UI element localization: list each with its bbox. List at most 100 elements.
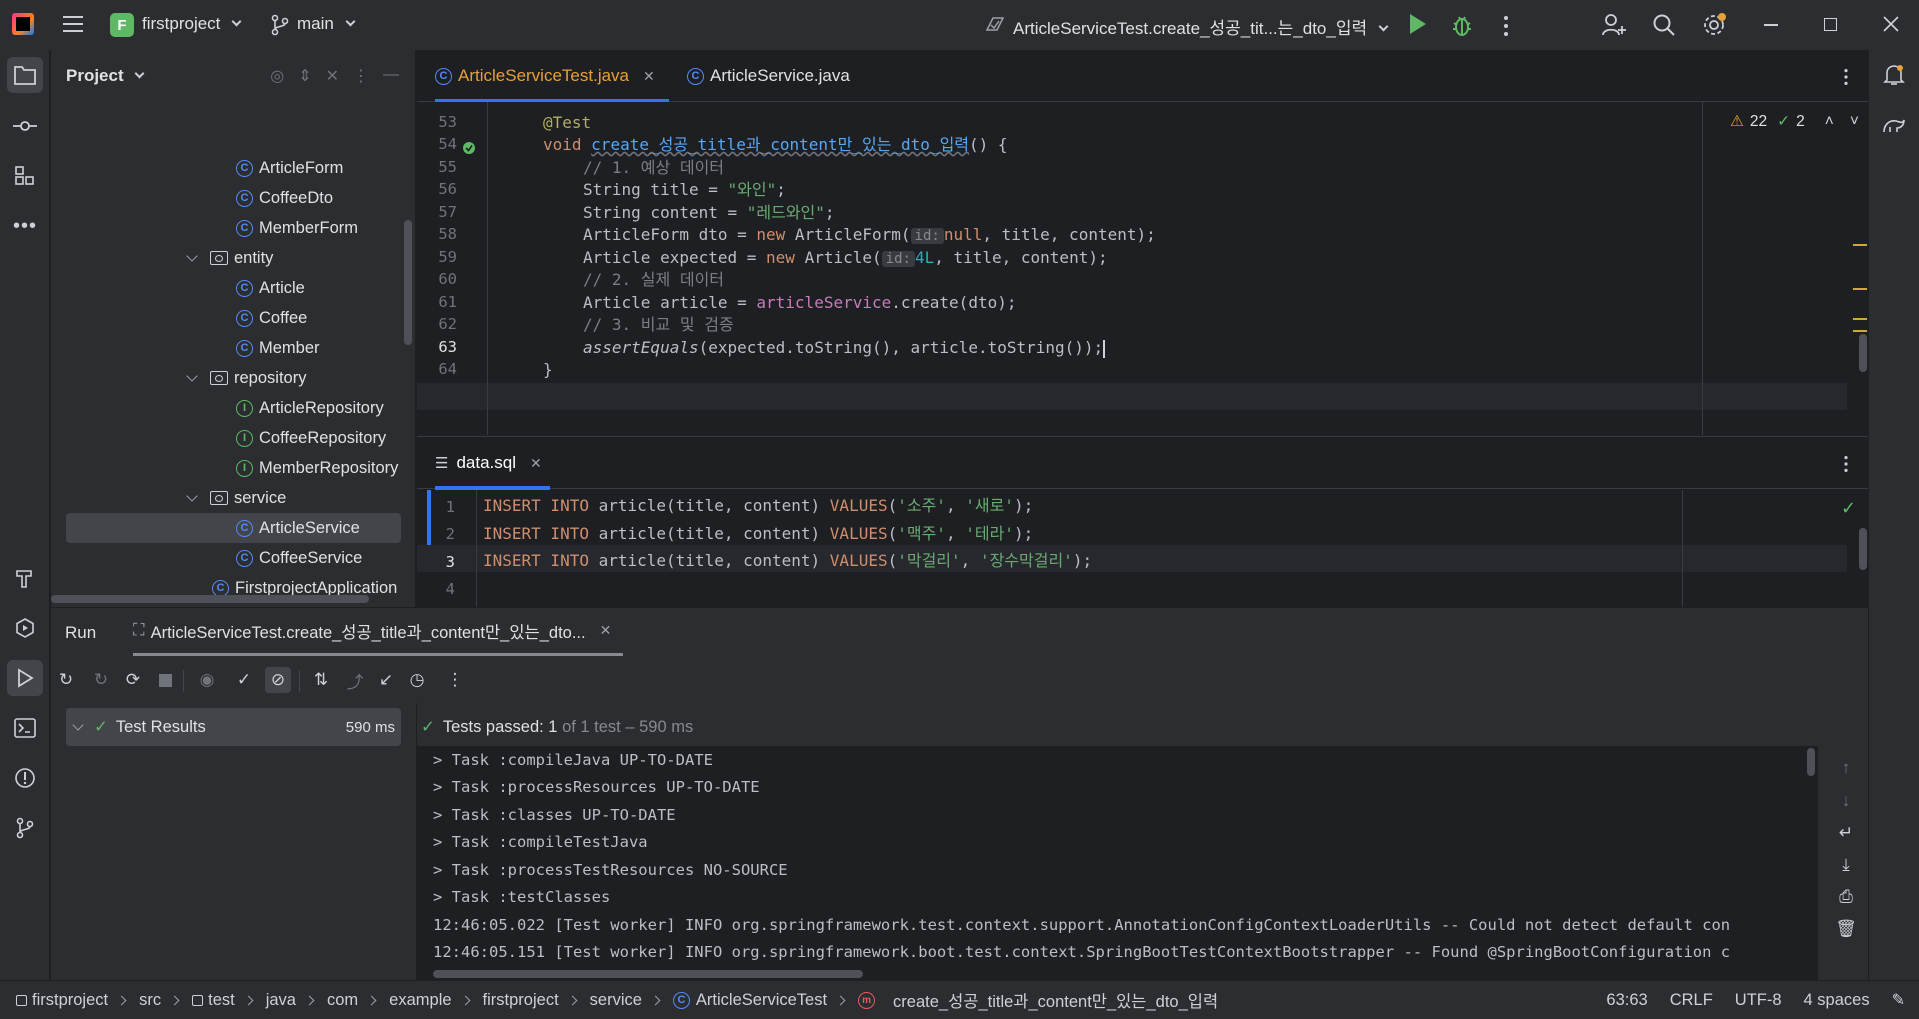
tab-article-service-test[interactable]: C ArticleServiceTest.java ✕ xyxy=(435,50,669,103)
toggle-autotest-icon[interactable]: ⟳ xyxy=(123,670,143,690)
rerun-icon[interactable]: ↻ xyxy=(56,670,76,690)
import-tests-icon[interactable]: ⤴ xyxy=(345,670,365,692)
commit-tool-button[interactable] xyxy=(7,108,43,144)
project-panel-title[interactable]: Project xyxy=(66,66,145,86)
rerun-failed-icon[interactable]: ↻ xyxy=(91,670,111,690)
main-menu-icon[interactable] xyxy=(63,16,83,32)
debug-icon[interactable] xyxy=(1451,13,1473,37)
console-horizontal-scrollbar[interactable] xyxy=(433,970,863,978)
file-encoding[interactable]: UTF-8 xyxy=(1735,991,1782,1010)
close-tab-icon[interactable]: ✕ xyxy=(600,622,612,639)
chevron-down-icon[interactable] xyxy=(186,250,198,262)
run-tool-button[interactable] xyxy=(7,660,43,696)
soft-wrap-icon[interactable]: ↵ xyxy=(1836,823,1856,843)
breadcrumb-firstproject[interactable]: firstproject xyxy=(483,991,559,1010)
tree-item[interactable]: C Article xyxy=(236,273,305,303)
chevron-down-icon[interactable] xyxy=(186,370,198,382)
breadcrumb-class[interactable]: C ArticleServiceTest xyxy=(672,991,827,1010)
search-icon[interactable] xyxy=(1651,12,1677,38)
structure-tool-button[interactable] xyxy=(7,158,43,194)
problems-tool-button[interactable] xyxy=(7,760,43,796)
edit-icon[interactable]: ✎ xyxy=(1892,990,1905,1010)
sql-scrollbar[interactable] xyxy=(1859,528,1867,570)
breadcrumb-example[interactable]: example xyxy=(389,991,451,1010)
show-ignored-toggle-icon[interactable]: ⊘ xyxy=(265,667,291,693)
git-tool-button[interactable] xyxy=(7,810,43,846)
chevron-down-icon[interactable] xyxy=(186,490,198,502)
code-editor[interactable]: ⚠ 22 ✓ 2 ˄ ˅ 53 54 55 56 57 58 59 60 61 … xyxy=(417,102,1868,435)
more-options-icon[interactable]: ⋮ xyxy=(445,670,465,690)
tree-item[interactable]: C Member xyxy=(236,333,320,363)
line-separator[interactable]: CRLF xyxy=(1670,991,1713,1010)
breadcrumb-test[interactable]: test xyxy=(192,991,235,1010)
collapse-all-icon[interactable]: ✕ xyxy=(326,66,339,86)
run-configuration-selector[interactable]: ArticleServiceTest.create_성공_tit...는_dto… xyxy=(1013,14,1389,39)
tree-item[interactable]: C CoffeeService xyxy=(236,543,362,573)
minimize-button[interactable] xyxy=(1764,24,1778,26)
show-passed-icon[interactable]: ✓ xyxy=(234,670,254,690)
breadcrumb-service[interactable]: service xyxy=(590,991,642,1010)
project-badge[interactable]: F xyxy=(110,13,134,37)
settings-gear-icon[interactable] xyxy=(1701,12,1727,38)
tab-options-icon[interactable] xyxy=(1844,69,1848,85)
scroll-to-end-icon[interactable]: ⤓ xyxy=(1836,855,1856,875)
tree-item[interactable]: C MemberForm xyxy=(236,213,358,243)
tab-article-service[interactable]: C ArticleService.java xyxy=(687,50,850,102)
tree-item[interactable]: I MemberRepository xyxy=(236,453,398,483)
breadcrumb-src[interactable]: src xyxy=(139,991,161,1010)
tree-item[interactable]: I ArticleRepository xyxy=(236,393,384,423)
close-window-button[interactable] xyxy=(1882,15,1900,33)
close-tab-icon[interactable]: ✕ xyxy=(643,68,655,85)
console-output[interactable]: > Task :compileJava UP-TO-DATE > Task :p… xyxy=(417,746,1818,981)
terminal-tool-button[interactable] xyxy=(7,710,43,746)
branch-switcher[interactable]: main xyxy=(297,14,356,34)
run-tab[interactable]: ⛶ ArticleServiceTest.create_성공_title과_co… xyxy=(133,608,624,656)
tree-item[interactable]: I CoffeeRepository xyxy=(236,423,386,453)
locate-icon[interactable]: ◎ xyxy=(270,66,284,86)
show-ignored-icon[interactable]: ◉ xyxy=(197,670,217,690)
vertical-scrollbar[interactable] xyxy=(404,220,412,345)
expand-all-icon[interactable]: ⇕ xyxy=(298,66,311,86)
chevron-down-icon[interactable] xyxy=(72,719,84,731)
inspection-widget[interactable]: ⚠ 22 ✓ 2 ˄ ˅ xyxy=(1730,112,1859,131)
run-icon[interactable] xyxy=(1410,14,1426,34)
build-tool-button[interactable] xyxy=(7,560,43,596)
tree-item-package[interactable]: repository xyxy=(186,363,306,393)
chevron-down-icon[interactable]: ˅ xyxy=(1850,113,1859,131)
notifications-button[interactable] xyxy=(1876,57,1912,93)
editor-scrollbar[interactable] xyxy=(1859,334,1867,372)
history-icon[interactable]: ◷ xyxy=(407,670,427,690)
tree-item-package[interactable]: entity xyxy=(186,243,273,273)
breadcrumb-java[interactable]: java xyxy=(266,991,296,1010)
close-tab-icon[interactable]: ✕ xyxy=(530,455,542,472)
gradle-tool-button[interactable] xyxy=(1876,108,1912,144)
tree-item-selected[interactable]: C ArticleService xyxy=(66,513,401,543)
collapse-icon[interactable]: ↙ xyxy=(376,670,396,690)
stop-icon[interactable] xyxy=(155,670,175,690)
arrow-up-icon[interactable]: ↑ xyxy=(1836,758,1856,778)
add-user-icon[interactable] xyxy=(1601,12,1627,38)
breadcrumb-project[interactable]: firstproject xyxy=(16,991,108,1010)
test-results-row[interactable]: ✓ Test Results 590 ms xyxy=(66,708,401,746)
maximize-button[interactable] xyxy=(1824,18,1837,31)
tree-item[interactable]: C CoffeeDto xyxy=(236,183,333,213)
sql-editor[interactable]: 1 2 3 4 INSERT INTO article(title, conte… xyxy=(417,490,1868,607)
options-icon[interactable]: ⋮ xyxy=(353,66,369,86)
tab-data-sql[interactable]: ☰ data.sql ✕ xyxy=(435,437,550,490)
more-tools-button[interactable]: ••• xyxy=(7,208,43,244)
project-tool-button[interactable] xyxy=(7,57,43,93)
indent-setting[interactable]: 4 spaces xyxy=(1804,991,1870,1010)
caret-position[interactable]: 63:63 xyxy=(1606,991,1647,1010)
project-switcher[interactable]: firstproject xyxy=(142,14,242,34)
tree-item[interactable]: C Coffee xyxy=(236,303,307,333)
sort-icon[interactable]: ⇅ xyxy=(311,670,331,690)
tree-item[interactable]: C ArticleForm xyxy=(236,153,343,183)
more-actions-icon[interactable] xyxy=(1504,16,1508,36)
breadcrumb-com[interactable]: com xyxy=(327,991,358,1010)
console-vertical-scrollbar[interactable] xyxy=(1807,748,1815,776)
horizontal-scrollbar[interactable] xyxy=(51,595,369,603)
breadcrumb-method[interactable]: m create_성공_title과_content만_있는_dto_입력 xyxy=(858,988,1218,1012)
tab-options-icon[interactable] xyxy=(1844,456,1848,472)
run-test-gutter-icon[interactable] xyxy=(461,140,479,158)
hide-panel-icon[interactable]: — xyxy=(383,66,399,86)
